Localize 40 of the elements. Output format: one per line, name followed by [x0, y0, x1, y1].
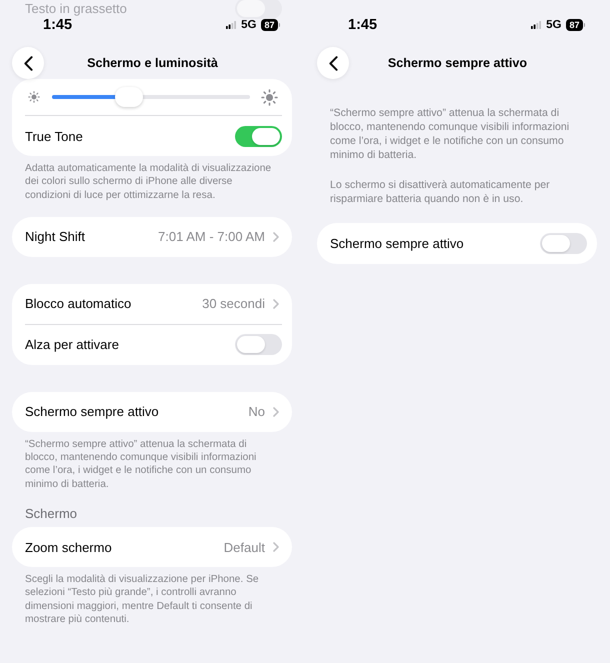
signal-icon [531, 21, 542, 29]
status-time: 1:45 [348, 17, 378, 33]
chevron-right-icon [273, 542, 279, 552]
toggle-switch[interactable] [235, 334, 282, 356]
status-time: 1:45 [43, 17, 72, 33]
row-label: Testo in grassetto [25, 0, 127, 16]
list-row[interactable]: Night Shift 7:01 AM - 7:00 AM [25, 216, 282, 257]
section-header: Schermo [24, 506, 78, 522]
toggle-switch[interactable] [235, 0, 282, 18]
description-text: “Schermo sempre attivo” attenua la schermata di blocco, mantenendo comunque visibili informazioni come l’ora, i widget e le notifiche con un consumo minimo di batteria. [330, 106, 570, 162]
chevron-right-icon [273, 298, 279, 309]
list-row[interactable]: Zoom schermo Default [25, 527, 282, 568]
nav-title: Schermo sempre attivo [386, 56, 528, 70]
network-label: 5G [241, 19, 256, 31]
network-label: 5G [546, 19, 562, 31]
chevron-left-icon [24, 56, 32, 70]
battery-indicator: 87 [261, 19, 280, 31]
back-button[interactable] [317, 47, 349, 79]
list-row[interactable]: Blocco automatico 30 secondi [25, 284, 282, 324]
chevron-right-icon [273, 232, 279, 242]
toggle-switch[interactable] [540, 233, 587, 254]
row-label: Schermo sempre attivo [330, 236, 464, 251]
chevron-left-icon [328, 56, 338, 70]
description-text: Lo schermo si disattiverà automaticamente per risparmiare batteria quando non è in uso. [330, 178, 551, 206]
chevron-right-icon [273, 406, 279, 417]
slider-track[interactable] [52, 87, 250, 107]
toggle-switch[interactable] [235, 126, 282, 146]
list-row[interactable]: Schermo sempre attivo No [25, 392, 282, 432]
footer-note: Adatta automaticamente la modalità di visualizzazione dei colori sullo schermo di iPhone alle diverse condizioni di luce per ottimizzarne la resa. [24, 162, 272, 202]
battery-indicator: 87 [566, 19, 585, 31]
nav-title: Schermo e luminosità [86, 56, 219, 70]
row-label: Alza per attivare [25, 337, 119, 352]
back-button[interactable] [12, 47, 44, 79]
slider-thumb[interactable] [114, 87, 143, 107]
footer-note: Scegli la modalità di visualizzazione per iPhone. Se selezioni “Testo più grande”, i controlli avranno dimensioni maggiori, mentre Default ti consente di mostrare più contenuti. [24, 573, 260, 626]
footer-note: “Schermo sempre attivo” attenua la schermata di blocco, mantenendo comunque visibili informazioni come l’ora, i widget e le notifiche con un consumo minimo di batteria. [24, 438, 258, 492]
row-label: True Tone [25, 128, 83, 144]
sun-icon [261, 88, 278, 106]
sun-icon [28, 91, 40, 103]
signal-icon [226, 21, 236, 29]
